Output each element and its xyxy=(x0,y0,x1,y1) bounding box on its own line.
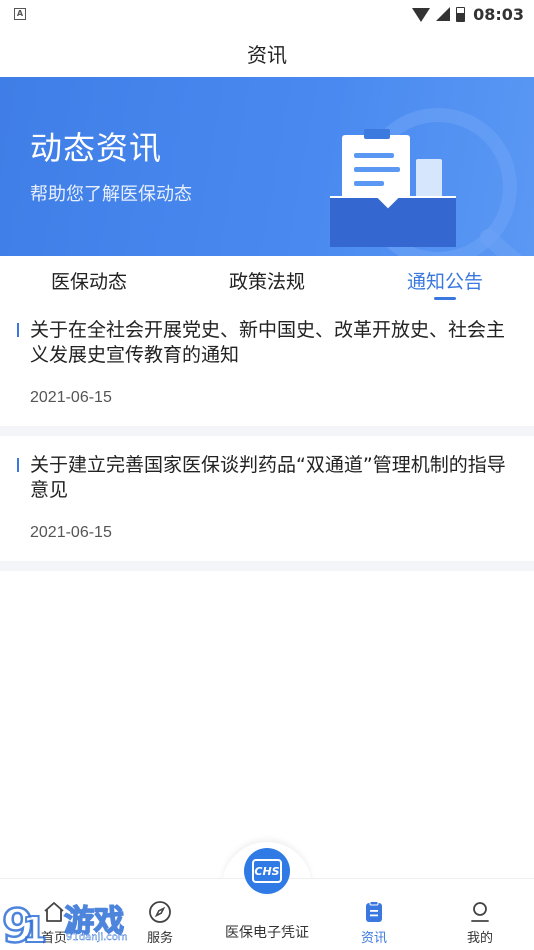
article-title: 关于在全社会开展党史、新中国史、改革开放史、社会主义发展史宣传教育的通知 xyxy=(30,319,506,366)
tab-notices[interactable]: 通知公告 xyxy=(356,256,534,304)
chs-logo-icon: CHS xyxy=(252,859,282,883)
status-time: 08:03 xyxy=(473,4,524,24)
news-tabs: 医保动态 政策法规 通知公告 xyxy=(0,256,534,304)
notification-a-icon: A xyxy=(14,8,26,20)
article-list: 关于在全社会开展党史、新中国史、改革开放史、社会主义发展史宣传教育的通知 202… xyxy=(0,304,534,571)
tab-policies-regulations[interactable]: 政策法规 xyxy=(178,256,356,304)
article-title: 关于建立完善国家医保谈判药品“双通道”管理机制的指导意见 xyxy=(30,454,506,501)
tab-label: 政策法规 xyxy=(228,270,305,293)
article-date: 2021-06-15 xyxy=(30,389,112,406)
banner-subtitle: 帮助您了解医保动态 xyxy=(30,184,192,205)
nav-news-label: 资讯 xyxy=(360,931,387,946)
chs-logo-text: CHS xyxy=(254,864,280,878)
document-icon xyxy=(361,899,387,925)
article-item[interactable]: 关于建立完善国家医保谈判药品“双通道”管理机制的指导意见 2021-06-15 xyxy=(0,436,534,561)
medical-e-voucher-button[interactable]: CHS xyxy=(244,848,290,894)
nav-services-label: 服务 xyxy=(146,931,173,946)
tab-label: 医保动态 xyxy=(50,270,127,293)
nav-mine[interactable]: 我的 xyxy=(454,879,506,950)
news-banner: 动态资讯 帮助您了解医保动态 xyxy=(0,77,534,256)
page-title: 资讯 xyxy=(247,42,287,67)
banner-illustration-icon xyxy=(330,108,522,256)
list-separator xyxy=(0,426,534,436)
signal-icon xyxy=(436,7,451,21)
list-separator xyxy=(0,561,534,571)
article-item[interactable]: 关于在全社会开展党史、新中国史、改革开放史、社会主义发展史宣传教育的通知 202… xyxy=(0,304,534,426)
article-accent-bar xyxy=(17,458,19,472)
article-accent-bar xyxy=(17,323,19,337)
banner-title: 动态资讯 xyxy=(30,129,163,167)
user-icon xyxy=(467,899,493,925)
compass-icon xyxy=(147,899,173,925)
wifi-icon xyxy=(412,8,431,22)
tab-medical-insurance-news[interactable]: 医保动态 xyxy=(0,256,178,304)
tab-label: 通知公告 xyxy=(406,270,483,293)
article-date: 2021-06-15 xyxy=(30,524,112,541)
page-header: 资讯 xyxy=(0,28,534,78)
medical-e-voucher-label: 医保电子凭证 xyxy=(225,925,309,941)
active-tab-indicator xyxy=(434,297,456,300)
nav-mine-label: 我的 xyxy=(466,931,493,946)
watermark-site: 91danji.com xyxy=(66,932,128,943)
battery-icon xyxy=(456,6,466,22)
nav-news[interactable]: 资讯 xyxy=(348,879,400,950)
nav-services[interactable]: 服务 xyxy=(134,879,186,950)
status-bar: A 08:03 xyxy=(0,0,534,28)
